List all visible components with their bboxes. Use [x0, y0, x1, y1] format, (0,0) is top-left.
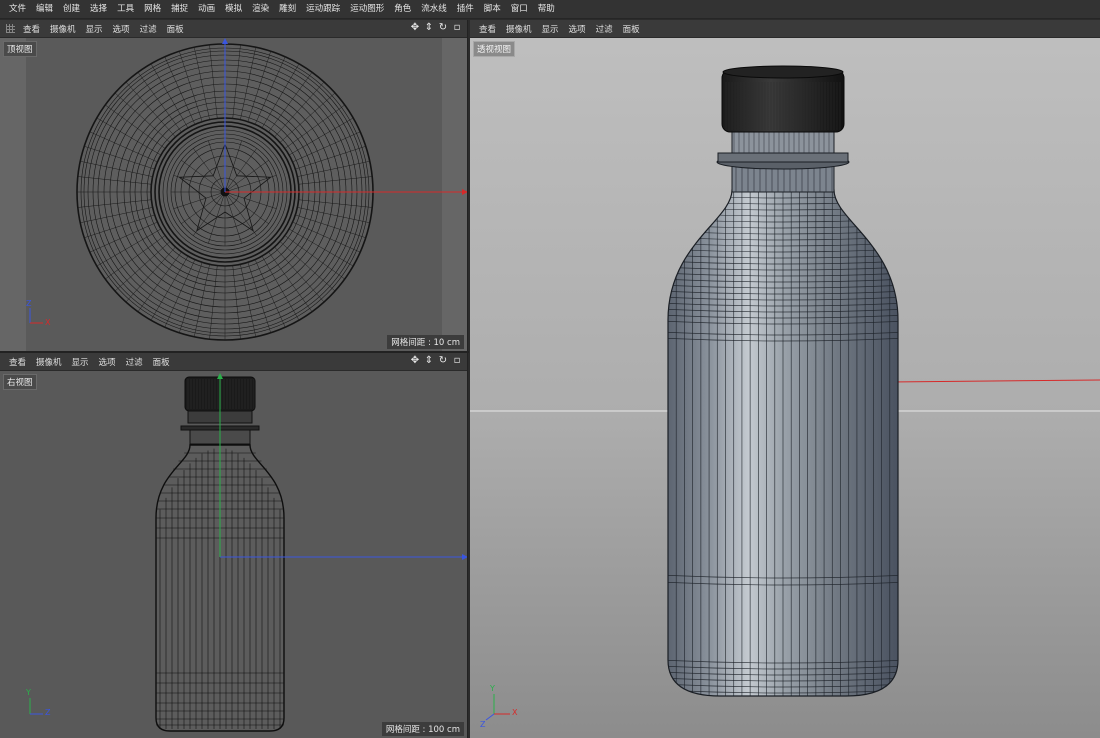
perspective-canvas: [470, 65, 1100, 721]
menu-item[interactable]: 插件: [452, 0, 479, 19]
axis-z-label: Z: [45, 708, 51, 717]
axis-x-label: X: [45, 318, 51, 327]
axis-y-label: Y: [26, 688, 31, 697]
grid-spacing-label: 网格间距 : 10 cm: [387, 335, 464, 349]
perspective-viewport[interactable]: 查看 摄像机 显示 选项 过滤 面板 透视视图 Y X Z: [470, 20, 1100, 738]
menu-item[interactable]: 模拟: [220, 0, 247, 19]
viewport-label: 透视视图: [473, 41, 516, 57]
menu-item[interactable]: 捕捉: [166, 0, 193, 19]
menu-item[interactable]: 文件: [4, 0, 31, 19]
axis-x-label: X: [512, 708, 518, 717]
axis-y-label: Y: [490, 684, 495, 693]
grid-spacing-label: 网格间距 : 100 cm: [381, 722, 464, 736]
menu-item[interactable]: 创建: [58, 0, 85, 19]
right-viewport[interactable]: 查看 摄像机 显示 选项 过滤 面板 ✥ ⇕ ↻ ▫ 右视图 Y Z 网格间距 …: [0, 353, 468, 738]
menu-item[interactable]: 选择: [85, 0, 112, 19]
menu-item[interactable]: 编辑: [31, 0, 58, 19]
menu-item[interactable]: 渲染: [247, 0, 274, 19]
menu-item[interactable]: 工具: [112, 0, 139, 19]
viewport-label: 顶视图: [3, 41, 37, 57]
viewport-label: 右视图: [3, 374, 37, 390]
main-menu-bar: 文件 编辑 创建 选择 工具 网格 捕捉 动画 模拟 渲染 雕刻 运动跟踪 运动图形 角色 流水线 插件 脚本窗…: [0, 0, 1100, 19]
top-view-canvas: [0, 38, 467, 351]
menu-item[interactable]: 窗口: [506, 0, 533, 19]
menu-item[interactable]: 运动图形: [345, 0, 389, 19]
menu-item[interactable]: 网格: [139, 0, 166, 19]
menu-item[interactable]: 动画: [193, 0, 220, 19]
bottle-model: [667, 65, 899, 697]
menu-item[interactable]: 雕刻: [274, 0, 301, 19]
axis-z-label: Z: [480, 720, 486, 729]
right-view-canvas: [29, 373, 467, 732]
axis-z-label: Z: [26, 299, 32, 308]
menu-item[interactable]: 流水线: [416, 0, 452, 19]
menu-item[interactable]: 脚本: [479, 0, 506, 19]
top-viewport[interactable]: 查看 摄像机 显示 选项 过滤 面板 ✥ ⇕ ↻ ▫ 顶视图 Z X 网格间距 …: [0, 20, 468, 351]
menu-item[interactable]: 角色: [389, 0, 416, 19]
menu-item[interactable]: 运动跟踪: [301, 0, 345, 19]
x-axis-line: [889, 379, 1100, 383]
menu-item[interactable]: 帮助: [533, 0, 560, 19]
